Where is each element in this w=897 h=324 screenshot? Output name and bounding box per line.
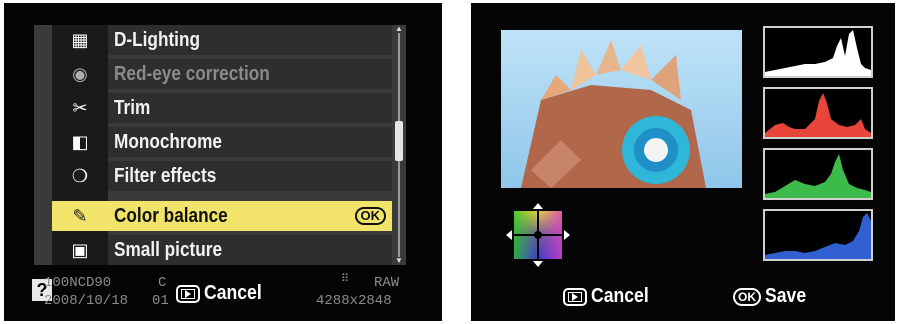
image-quality-icon: ⠿ bbox=[341, 273, 350, 285]
arrow-down-icon[interactable] bbox=[533, 261, 543, 267]
arrow-left-icon[interactable] bbox=[506, 230, 512, 240]
histogram-red bbox=[763, 87, 873, 139]
frame-letter: C bbox=[158, 275, 167, 291]
arrow-up-icon[interactable] bbox=[533, 203, 543, 209]
histogram-white bbox=[763, 26, 873, 78]
menu-item-label: Small picture bbox=[114, 238, 223, 261]
small-picture-icon: ▣ bbox=[71, 239, 89, 261]
folder-name: 100NCD90 bbox=[44, 275, 112, 291]
cancel-label: Cancel bbox=[204, 282, 262, 304]
monochrome-icon: ◧ bbox=[71, 131, 89, 153]
frame-number: 01 bbox=[152, 293, 169, 309]
histogram-blue bbox=[763, 209, 873, 261]
menu-item-label: D-Lighting bbox=[114, 28, 200, 51]
image-quality: RAW bbox=[374, 275, 400, 291]
red-histogram-plot bbox=[765, 93, 871, 137]
retouch-menu-screen: ▦ D-Lighting ◉ Red-eye correction ✂ Trim… bbox=[4, 3, 442, 321]
blue-histogram-plot bbox=[765, 213, 871, 259]
green-histogram-plot bbox=[765, 154, 871, 198]
menu-item-small-picture[interactable]: ▣ Small picture bbox=[52, 235, 392, 265]
save-label: Save bbox=[765, 285, 807, 307]
image-preview bbox=[501, 30, 742, 188]
ok-badge: OK bbox=[354, 207, 386, 225]
save-button[interactable]: OK Save bbox=[733, 285, 812, 308]
ok-button-icon: OK bbox=[733, 287, 761, 306]
preview-photo bbox=[501, 30, 742, 188]
filter-drop-icon: ❍ bbox=[71, 165, 89, 187]
arrow-right-icon[interactable] bbox=[564, 230, 570, 240]
eye-icon: ◉ bbox=[72, 63, 88, 85]
menu-item-red-eye-correction[interactable]: ◉ Red-eye correction bbox=[52, 59, 392, 89]
white-histogram-plot bbox=[765, 30, 871, 76]
picker-cursor[interactable] bbox=[534, 231, 542, 239]
menu-scrollbar[interactable]: ▲ ▼ bbox=[395, 25, 403, 265]
menu-item-monochrome[interactable]: ◧ Monochrome bbox=[52, 127, 392, 157]
cancel-label: Cancel bbox=[591, 285, 649, 307]
playback-button-icon bbox=[563, 287, 587, 306]
scroll-up-icon: ▲ bbox=[395, 24, 403, 33]
menu-item-d-lighting[interactable]: ▦ D-Lighting bbox=[52, 25, 392, 55]
histogram-green bbox=[763, 148, 873, 200]
scissors-icon: ✂ bbox=[72, 97, 88, 119]
scroll-down-icon: ▼ bbox=[395, 256, 403, 265]
menu-item-color-balance[interactable]: ✎ Color balance OK bbox=[52, 201, 392, 231]
menu-item-filter-effects[interactable]: ❍ Filter effects bbox=[52, 161, 392, 191]
menu-item-label: Filter effects bbox=[114, 164, 217, 187]
capture-date: 2008/10/18 bbox=[44, 293, 129, 309]
menu-item-label: Color balance bbox=[114, 204, 228, 227]
menu-item-label: Trim bbox=[114, 96, 151, 119]
menu-item-trim[interactable]: ✂ Trim bbox=[52, 93, 392, 123]
color-balance-icon: ✎ bbox=[52, 201, 108, 231]
cancel-button[interactable]: Cancel bbox=[563, 285, 657, 308]
d-lighting-icon: ▦ bbox=[71, 29, 89, 51]
color-balance-screen: Cancel OK Save bbox=[471, 3, 895, 321]
cancel-button[interactable]: Cancel bbox=[176, 282, 270, 305]
menu-item-label: Red-eye correction bbox=[114, 62, 270, 85]
scroll-thumb[interactable] bbox=[395, 121, 403, 161]
playback-button-icon bbox=[176, 284, 200, 303]
image-size: 4288x2848 bbox=[316, 293, 392, 309]
color-balance-picker[interactable] bbox=[506, 203, 570, 267]
menu-item-label: Monochrome bbox=[114, 130, 222, 153]
